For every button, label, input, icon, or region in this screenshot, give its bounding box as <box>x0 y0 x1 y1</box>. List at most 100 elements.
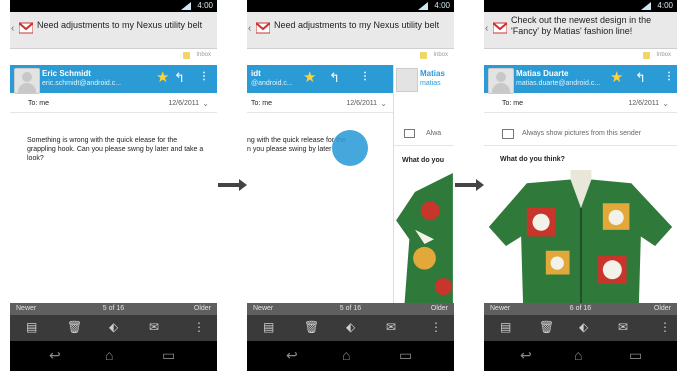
transition-arrow-icon <box>455 179 484 191</box>
label-icon[interactable]: ⬖ <box>579 320 588 334</box>
show-images-row[interactable]: Always show pictures from this sender <box>484 123 677 146</box>
pager-bar: Newer 5 of 16 Older <box>10 303 217 315</box>
sender-name: idt <box>251 69 261 78</box>
email-subject: Check out the newest design in the 'Fanc… <box>511 15 652 36</box>
mail-icon[interactable]: ✉ <box>618 320 628 334</box>
recents-nav-icon[interactable]: ▭ <box>629 348 642 362</box>
email-date: 12/6/2011 <box>346 100 377 107</box>
archive-icon[interactable]: ▤ <box>263 320 274 334</box>
back-icon[interactable]: ‹ <box>248 24 255 34</box>
overflow-menu-icon[interactable]: ⋮ <box>664 71 674 83</box>
back-nav-icon[interactable]: ↩ <box>286 348 298 362</box>
older-button[interactable]: Older <box>431 305 448 312</box>
email-question: What do you <box>402 157 444 164</box>
label-row: Inbox <box>484 49 677 63</box>
star-icon[interactable]: ★ <box>156 70 169 85</box>
show-images-row[interactable]: Alwa <box>394 123 454 146</box>
reply-icon[interactable]: ↰ <box>174 70 185 85</box>
label-inbox[interactable]: Inbox <box>196 52 211 58</box>
mail-icon[interactable]: ✉ <box>386 320 396 334</box>
overflow-menu-icon[interactable]: ⋮ <box>193 320 205 334</box>
message-count: 5 of 16 <box>339 305 362 312</box>
show-images-text: Always show pictures from this sender <box>522 130 642 137</box>
gmail-icon[interactable] <box>256 22 270 34</box>
gmail-icon[interactable] <box>493 22 507 34</box>
sender-header[interactable]: idt @android.c... ★ ↰ ⋮ <box>247 65 393 93</box>
shirt-image <box>488 170 673 303</box>
phone-3: 4:00 ‹ Check out the newest design in th… <box>484 0 677 371</box>
star-icon[interactable]: ★ <box>610 70 623 85</box>
status-time: 4:00 <box>434 1 450 10</box>
phone-2: 4:00 ‹ Need adjustments to my Nexus util… <box>247 0 454 371</box>
nav-bar: ↩ ⌂ ▭ <box>247 341 454 371</box>
status-bar: 4:00 <box>247 0 454 12</box>
email-subject: Need adjustments to my Nexus utility bel… <box>37 20 203 30</box>
older-button[interactable]: Older <box>654 305 671 312</box>
signal-icon <box>641 2 651 10</box>
action-bar: ‹ Need adjustments to my Nexus utility b… <box>247 12 454 49</box>
older-button[interactable]: Older <box>194 305 211 312</box>
archive-icon[interactable]: ▤ <box>26 320 37 334</box>
back-icon[interactable]: ‹ <box>11 24 18 34</box>
recipient-row[interactable]: To: me 12/6/2011 ⌄ <box>247 96 393 113</box>
trash-icon[interactable]: 🗑 <box>67 320 82 334</box>
recents-nav-icon[interactable]: ▭ <box>162 348 175 362</box>
recents-nav-icon[interactable]: ▭ <box>399 348 412 362</box>
bottom-toolbar: ▤ 🗑 ⬖ ✉ ⋮ <box>484 315 677 341</box>
status-bar: 4:00 <box>484 0 677 12</box>
reply-icon[interactable]: ↰ <box>635 70 646 85</box>
recipient-to: To: me <box>28 100 50 107</box>
status-bar: 4:00 <box>10 0 217 12</box>
label-inbox[interactable]: Inbox <box>433 52 448 58</box>
message-count: 5 of 16 <box>102 305 125 312</box>
phone-1: 4:00 ‹ Need adjustments to my Nexus util… <box>10 0 217 371</box>
email-screen: ‹ Check out the newest design in the 'Fa… <box>484 12 677 315</box>
star-icon[interactable]: ★ <box>303 70 316 85</box>
overflow-menu-icon[interactable]: ⋮ <box>199 71 209 83</box>
label-icon[interactable]: ⬖ <box>346 320 355 334</box>
sender-email: @android.c... <box>251 80 293 87</box>
overflow-menu-icon[interactable]: ⋮ <box>430 320 442 334</box>
nav-bar: ↩ ⌂ ▭ <box>484 341 677 371</box>
reply-icon[interactable]: ↰ <box>329 70 340 85</box>
chevron-down-icon[interactable]: ⌄ <box>380 99 387 108</box>
trash-icon[interactable]: 🗑 <box>539 320 554 334</box>
label-icon[interactable]: ⬖ <box>109 320 118 334</box>
incoming-email-card[interactable]: Matias matias Alwa What do you <box>393 65 454 315</box>
label-row: Inbox <box>247 49 454 63</box>
shirt-image <box>396 173 453 315</box>
signal-icon <box>181 2 191 10</box>
overflow-menu-icon[interactable]: ⋮ <box>360 71 370 83</box>
label-tag-icon <box>643 52 650 59</box>
back-nav-icon[interactable]: ↩ <box>49 348 61 362</box>
home-nav-icon[interactable]: ⌂ <box>342 348 350 362</box>
home-nav-icon[interactable]: ⌂ <box>105 348 113 362</box>
nav-bar: ↩ ⌂ ▭ <box>10 341 217 371</box>
image-icon <box>502 129 514 139</box>
home-nav-icon[interactable]: ⌂ <box>574 348 582 362</box>
bottom-toolbar: ▤ 🗑 ⬖ ✉ ⋮ <box>247 315 454 341</box>
mail-icon[interactable]: ✉ <box>149 320 159 334</box>
sender-email: matias <box>420 80 441 87</box>
avatar <box>396 68 418 92</box>
recipient-row[interactable]: To: me 12/6/2011 ⌄ <box>10 96 217 113</box>
signal-icon <box>418 2 428 10</box>
back-nav-icon[interactable]: ↩ <box>520 348 532 362</box>
chevron-down-icon[interactable]: ⌄ <box>202 99 209 108</box>
sender-name: Eric Schmidt <box>42 69 91 78</box>
overflow-menu-icon[interactable]: ⋮ <box>659 320 671 334</box>
avatar <box>488 68 514 94</box>
trash-icon[interactable]: 🗑 <box>304 320 319 334</box>
email-subject: Need adjustments to my Nexus utility bel… <box>274 20 440 30</box>
email-body: Something is wrong with the quick elease… <box>27 137 204 162</box>
sender-name: Matias Duarte <box>516 69 569 78</box>
back-icon[interactable]: ‹ <box>485 24 492 34</box>
gmail-icon[interactable] <box>19 22 33 34</box>
sender-email: eric.schmidt@android.c... <box>42 80 122 87</box>
label-inbox[interactable]: Inbox <box>656 52 671 58</box>
archive-icon[interactable]: ▤ <box>500 320 511 334</box>
recipient-row[interactable]: To: me 12/6/2011 ⌄ <box>484 96 677 113</box>
pager-bar: Newer 6 of 16 Older <box>484 303 677 315</box>
chevron-down-icon[interactable]: ⌄ <box>662 99 669 108</box>
sender-header[interactable]: Eric Schmidt eric.schmidt@android.c... ★… <box>10 65 217 93</box>
